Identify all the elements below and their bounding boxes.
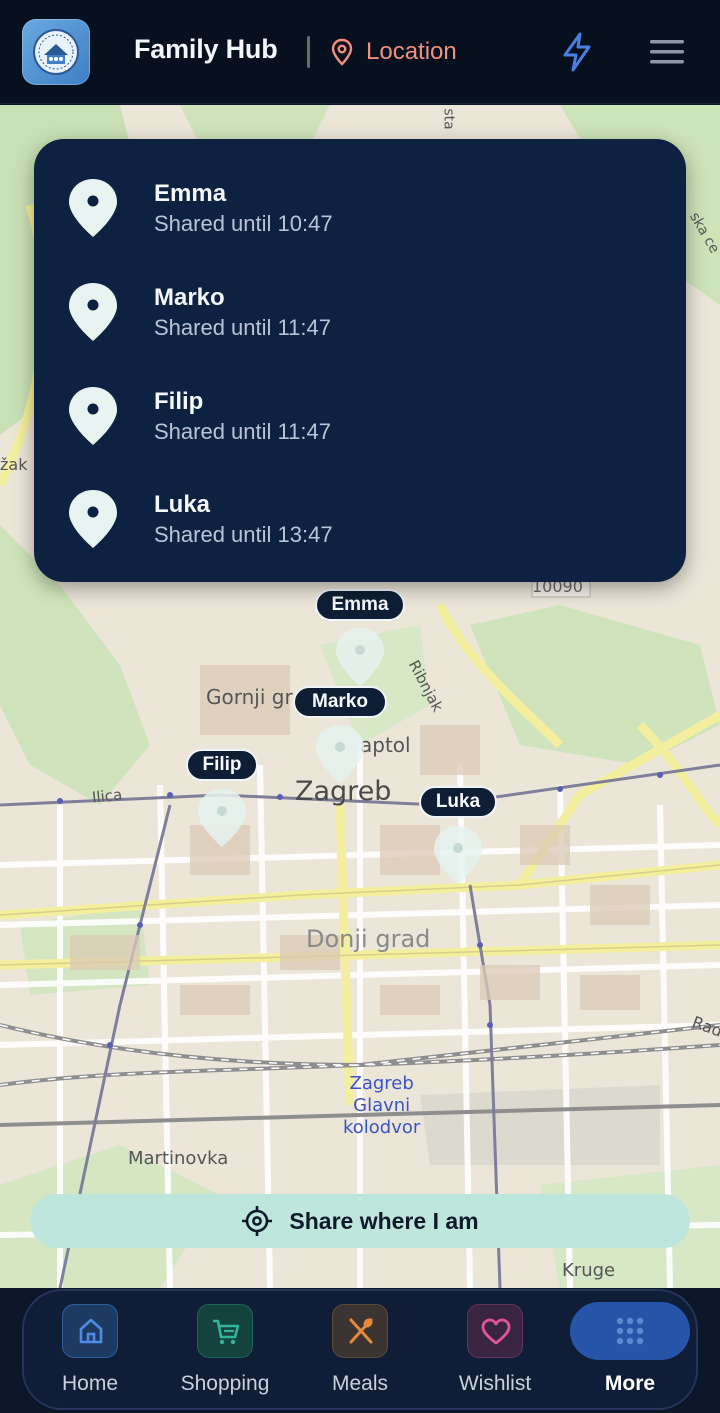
cart-icon [197, 1304, 253, 1358]
shared-locations-panel: Emma Shared until 10:47 Marko Shared unt… [34, 139, 686, 582]
nav-label: More [604, 1372, 656, 1395]
app-logo[interactable] [22, 19, 90, 85]
location-pin-icon [69, 283, 117, 341]
share-location-button[interactable]: Share where I am [30, 1194, 690, 1248]
quick-actions-button[interactable] [560, 32, 594, 72]
nav-shopping[interactable]: Shopping [165, 1302, 285, 1402]
member-name: Emma [154, 180, 227, 207]
map-label-gornji-grad: Gornji gr [206, 685, 293, 709]
nav-label: Wishlist [458, 1372, 532, 1395]
map-label-station: Zagreb Glavni kolodvor [343, 1073, 421, 1138]
member-name: Luka [154, 491, 211, 518]
nav-home[interactable]: Home [30, 1302, 150, 1402]
member-name: Filip [154, 388, 204, 415]
nav-wishlist[interactable]: Wishlist [435, 1302, 555, 1402]
hamburger-icon [650, 40, 684, 64]
utensils-icon [332, 1304, 388, 1358]
marker-pin-icon [336, 628, 384, 686]
lightning-icon [563, 32, 591, 72]
map-label-kaptol: aptol [360, 733, 411, 757]
map-label-edge-left: žak [0, 455, 28, 474]
member-name: Marko [154, 284, 225, 311]
home-icon [62, 1304, 118, 1358]
marker-label: Marko [293, 686, 387, 718]
marker-label: Filip [186, 749, 258, 781]
shared-until: Shared until 11:47 [154, 315, 331, 340]
location-label: Location [366, 38, 457, 65]
title-divider [307, 36, 310, 68]
family-emblem-icon [33, 29, 79, 75]
shared-location-row[interactable]: Emma Shared until 10:47 [34, 173, 686, 263]
marker-pin-icon [316, 725, 364, 783]
location-pin-icon [69, 387, 117, 445]
shared-location-row[interactable]: Luka Shared until 13:47 [34, 484, 686, 574]
shared-until: Shared until 10:47 [154, 211, 333, 236]
nav-meals[interactable]: Meals [300, 1302, 420, 1402]
map-label-donji-grad: Donji grad [306, 925, 431, 953]
marker-label: Luka [419, 786, 497, 818]
marker-label: Emma [315, 589, 405, 621]
map-label-ilica: Ilica [91, 785, 124, 807]
marker-pin-icon [434, 826, 482, 884]
map-pin-icon [331, 38, 353, 66]
share-location-label: Share where I am [289, 1207, 479, 1234]
menu-button[interactable] [648, 38, 686, 66]
app-header: Family Hub Location [0, 0, 720, 104]
nav-more[interactable]: More [570, 1302, 690, 1402]
location-pin-icon [69, 490, 117, 548]
marker-pin-icon [198, 789, 246, 847]
crosshair-icon [242, 1206, 273, 1236]
nav-label: Shopping [180, 1372, 270, 1395]
app-title: Family Hub [134, 34, 278, 64]
heart-icon [467, 1304, 523, 1358]
shared-location-row[interactable]: Filip Shared until 11:47 [34, 381, 686, 471]
shared-until: Shared until 11:47 [154, 419, 331, 444]
map-label-martinovka: Martinovka [128, 1148, 229, 1169]
map-label-edge-top: sta [440, 108, 457, 130]
location-tab[interactable]: Location [330, 36, 457, 68]
grid-icon [602, 1304, 658, 1358]
nav-label: Meals [331, 1372, 389, 1395]
map-label-kruge: Kruge [562, 1260, 616, 1281]
location-pin-icon [69, 179, 117, 237]
shared-until: Shared until 13:47 [154, 522, 333, 547]
nav-label: Home [61, 1372, 119, 1395]
shared-location-row[interactable]: Marko Shared until 11:47 [34, 277, 686, 367]
